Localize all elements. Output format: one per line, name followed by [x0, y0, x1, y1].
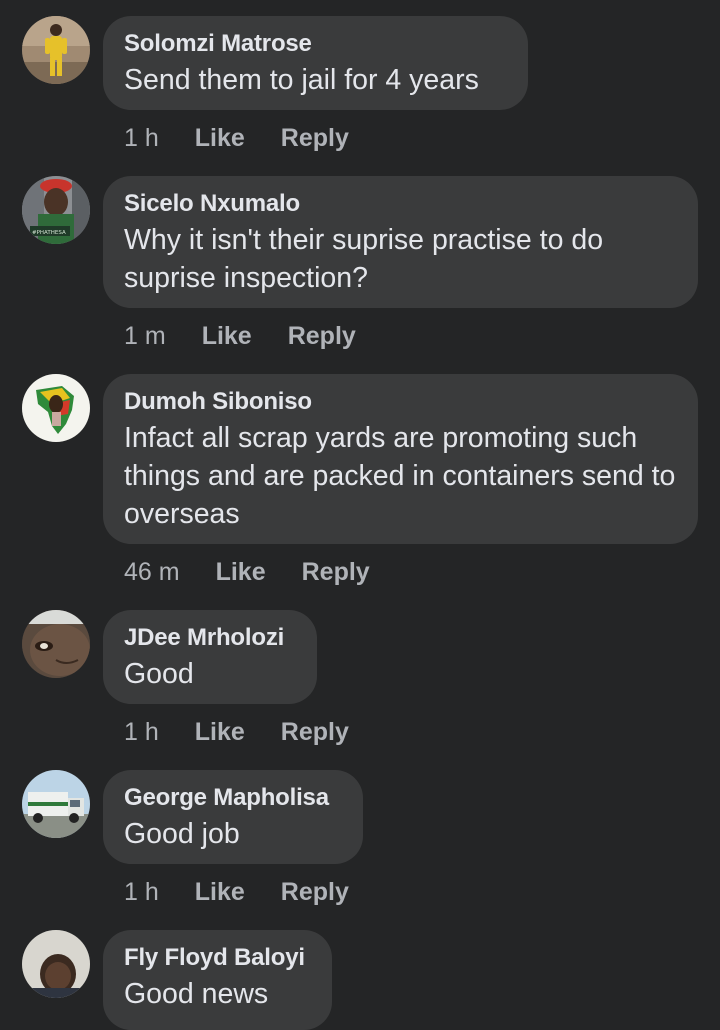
person-headdress-avatar-icon: #PHATHESA	[22, 176, 90, 244]
comment-time[interactable]: 1 h	[124, 718, 159, 747]
reply-button[interactable]: Reply	[281, 878, 349, 907]
comment-time[interactable]: 1 m	[124, 322, 166, 351]
comment-author[interactable]: George Mapholisa	[124, 783, 341, 813]
avatar[interactable]	[22, 610, 90, 678]
comment-author[interactable]: Sicelo Nxumalo	[124, 189, 676, 219]
comment-actions: 46 m Like Reply	[124, 556, 370, 588]
comment-text: Good job	[124, 818, 240, 850]
avatar[interactable]: #PHATHESA	[22, 176, 90, 244]
like-button[interactable]: Like	[195, 124, 245, 153]
face-closeup-avatar-icon	[22, 610, 90, 678]
truck-avatar-icon	[22, 770, 90, 838]
comment-text: Infact all scrap yards are promoting suc…	[124, 422, 676, 530]
comment-actions: 1 h Like Reply	[124, 876, 349, 908]
comment-bubble: Sicelo Nxumalo Why it isn't their supris…	[103, 176, 698, 308]
avatar[interactable]	[22, 930, 90, 998]
comment-text: Good news	[124, 978, 269, 1010]
like-button[interactable]: Like	[216, 558, 266, 587]
comment-actions: 1 h Like Reply	[124, 122, 349, 154]
comment-text: Send them to jail for 4 years	[124, 64, 479, 96]
comment-bubble: JDee Mrholozi Good	[103, 610, 317, 704]
africa-map-avatar-icon	[22, 374, 90, 442]
comment-author[interactable]: Solomzi Matrose	[124, 29, 506, 59]
reply-button[interactable]: Reply	[288, 322, 356, 351]
reply-button[interactable]: Reply	[281, 124, 349, 153]
like-button[interactable]: Like	[195, 718, 245, 747]
comment-author[interactable]: Dumoh Siboniso	[124, 387, 676, 417]
comment-actions: 1 h Like Reply	[124, 716, 349, 748]
comment-bubble: Fly Floyd Baloyi Good news	[103, 930, 332, 1030]
person-yellow-suit-avatar-icon	[22, 16, 90, 84]
avatar-badge-text: #PHATHESA	[32, 230, 66, 236]
reply-button[interactable]: Reply	[281, 718, 349, 747]
reply-button[interactable]: Reply	[302, 558, 370, 587]
comment-bubble: George Mapholisa Good job	[103, 770, 363, 864]
comment-text: Good	[124, 658, 194, 690]
comment-author[interactable]: Fly Floyd Baloyi	[124, 943, 310, 973]
avatar[interactable]	[22, 770, 90, 838]
comment-time[interactable]: 46 m	[124, 558, 180, 587]
person-portrait-avatar-icon	[22, 930, 90, 998]
comment-time[interactable]: 1 h	[124, 878, 159, 907]
comment-author[interactable]: JDee Mrholozi	[124, 623, 295, 653]
avatar[interactable]	[22, 16, 90, 84]
comment-actions: 1 m Like Reply	[124, 320, 356, 352]
comment-text: Why it isn't their suprise practise to d…	[124, 224, 604, 294]
comment-time[interactable]: 1 h	[124, 124, 159, 153]
like-button[interactable]: Like	[202, 322, 252, 351]
like-button[interactable]: Like	[195, 878, 245, 907]
comment-bubble: Dumoh Siboniso Infact all scrap yards ar…	[103, 374, 698, 544]
avatar[interactable]	[22, 374, 90, 442]
comment-bubble: Solomzi Matrose Send them to jail for 4 …	[103, 16, 528, 110]
